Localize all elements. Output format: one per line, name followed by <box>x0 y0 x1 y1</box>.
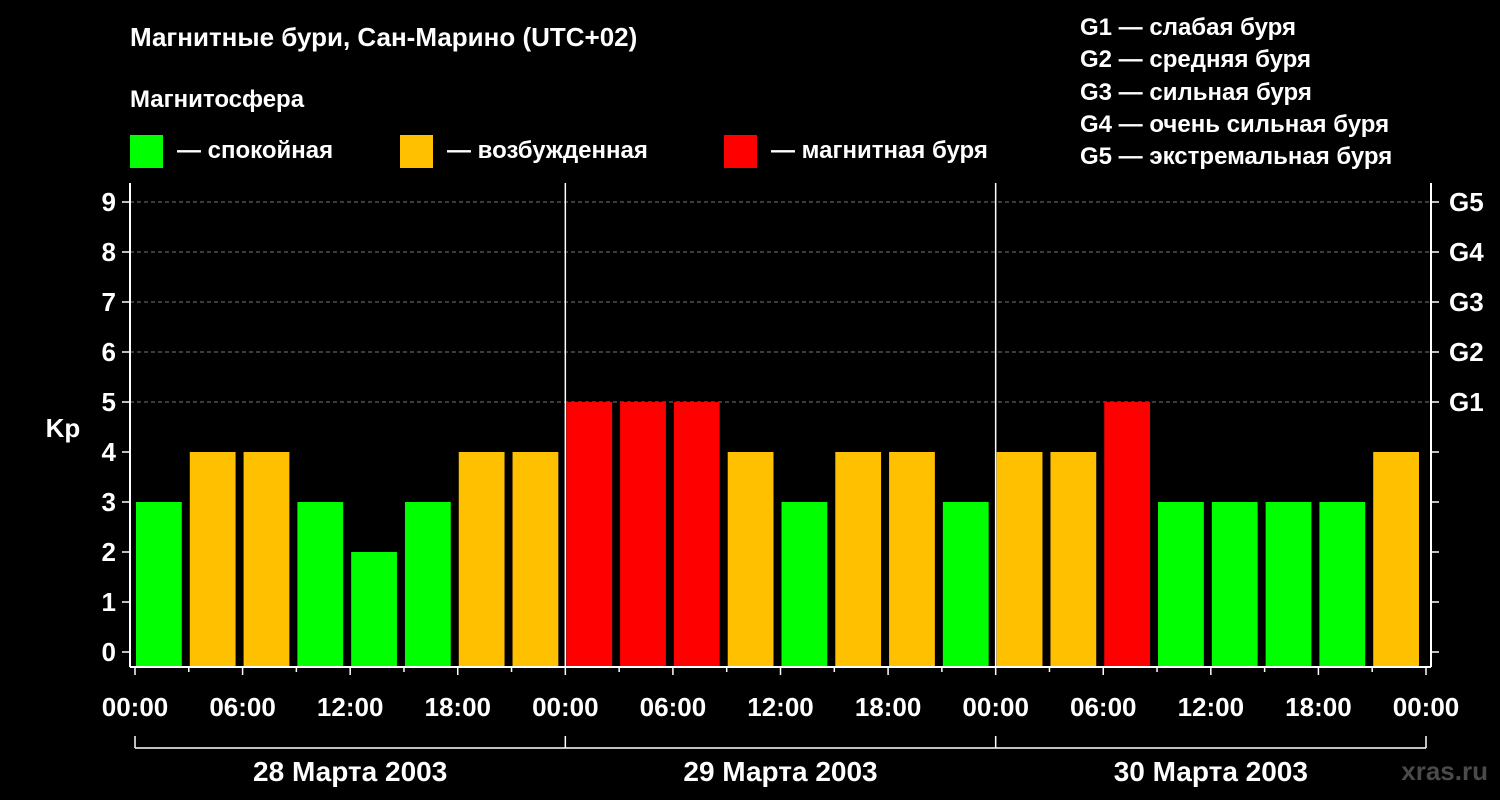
kp-bar <box>996 452 1043 667</box>
y-axis-label: Kp <box>46 413 81 443</box>
y-tick-label: 9 <box>102 187 116 217</box>
x-tick-label: 00:00 <box>962 692 1029 722</box>
x-tick-label: 18:00 <box>855 692 922 722</box>
kp-bar <box>189 452 236 667</box>
kp-bar <box>243 452 290 667</box>
kp-bar <box>1211 502 1258 667</box>
day-label: 30 Марта 2003 <box>1114 756 1308 787</box>
kp-bar <box>566 402 613 667</box>
y-tick-label: 2 <box>102 537 116 567</box>
kp-bar <box>889 452 935 667</box>
kp-bar <box>1319 502 1366 667</box>
day-label: 28 Марта 2003 <box>253 756 447 787</box>
x-tick-label: 06:00 <box>640 692 707 722</box>
kp-bar <box>1050 452 1097 667</box>
y-tick-label: 1 <box>102 587 116 617</box>
x-tick-label: 12:00 <box>317 692 384 722</box>
x-tick-label: 18:00 <box>1285 692 1352 722</box>
storm-level-label: G2 <box>1449 337 1484 367</box>
y-tick-label: 8 <box>102 237 116 267</box>
kp-bar <box>297 502 344 667</box>
kp-bar <box>1104 402 1151 667</box>
watermark: xras.ru <box>1401 756 1488 786</box>
kp-bar <box>781 502 828 667</box>
y-tick-label: 7 <box>102 287 116 317</box>
x-tick-label: 18:00 <box>425 692 492 722</box>
kp-bar <box>620 402 666 667</box>
kp-bar <box>512 452 559 667</box>
kp-index-chart: Kp xras.ru 0 1 2 3 4 5 6 7 8 9 G1 G2 G3 G4 G5 00:00 06:0… <box>46 183 1488 787</box>
kp-bar <box>351 552 397 667</box>
y-tick-label: 5 <box>102 387 116 417</box>
x-tick-label: 00:00 <box>1393 692 1460 722</box>
y-tick-label: 3 <box>102 487 116 517</box>
storm-level-label: G4 <box>1449 237 1484 267</box>
y-tick-label: 4 <box>102 437 117 467</box>
day-label: 29 Марта 2003 <box>683 756 877 787</box>
storm-level-label: G5 <box>1449 187 1484 217</box>
x-tick-label: 06:00 <box>1070 692 1137 722</box>
x-tick-label: 06:00 <box>209 692 276 722</box>
kp-bar <box>942 502 989 667</box>
kp-bar <box>136 502 182 667</box>
kp-bar <box>727 452 774 667</box>
kp-bar <box>1373 452 1419 667</box>
kp-bar <box>458 452 505 667</box>
x-tick-label: 00:00 <box>102 692 169 722</box>
y-tick-label: 6 <box>102 337 116 367</box>
kp-bar <box>404 502 451 667</box>
storm-level-label: G3 <box>1449 287 1484 317</box>
storm-level-label: G1 <box>1449 387 1484 417</box>
x-tick-label: 12:00 <box>1178 692 1245 722</box>
x-tick-label: 12:00 <box>747 692 814 722</box>
kp-bar <box>1265 502 1312 667</box>
kp-bar <box>673 402 720 667</box>
kp-bar <box>835 452 882 667</box>
kp-bar <box>1158 502 1204 667</box>
y-tick-label: 0 <box>102 637 116 667</box>
x-tick-label: 00:00 <box>532 692 599 722</box>
